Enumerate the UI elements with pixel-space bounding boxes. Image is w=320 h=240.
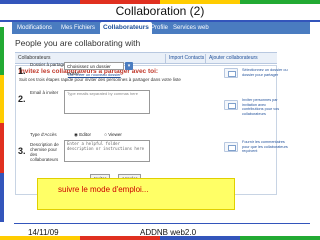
instruction-callout (37, 178, 235, 210)
side-note-folder: Sélectionnez un dossier ou dossier pour … (242, 68, 288, 77)
access-viewer-radio[interactable]: ○ Viewer (104, 132, 128, 137)
access-editor-label: Editor (79, 132, 91, 137)
instruction-callout-text: suivre le mode d'emploi... (58, 185, 149, 194)
folder-select[interactable]: Choisissez un dossier existe ... (64, 62, 124, 76)
access-type-label: Type d'Accès (30, 132, 57, 137)
description-field[interactable]: Enter a helpful folder description or in… (64, 140, 150, 162)
step-3-number: 3. (18, 146, 26, 156)
toolbar-label: Collaborateurs (18, 55, 51, 61)
access-type-options: ◉ Editor ○ Viewer (74, 132, 134, 138)
folder-select-button[interactable]: ▾ (125, 62, 133, 70)
nav-item-collaborateurs[interactable]: Collaborateurs (100, 22, 152, 34)
step-1-number: 1. (18, 66, 26, 76)
side-note-email: Inviter personnes par invitation avec co… (242, 98, 280, 116)
invite-form: Invitez les collaborateurs à partager av… (15, 65, 277, 195)
nav-item-profile[interactable]: Profile (148, 23, 171, 33)
top-navigation: Modifications Mes Fichiers Collaborateur… (12, 22, 310, 34)
create-folder-link[interactable]: Ou: créer un nouveau dossier (68, 72, 121, 77)
side-note-description: Fournir les commentaires pour que les co… (242, 140, 288, 153)
nav-item-mes-fichiers[interactable]: Mes Fichiers (58, 23, 98, 33)
description-help-icon (224, 142, 238, 152)
left-color-rule (0, 27, 4, 222)
access-editor-radio[interactable]: ◉ Editor (74, 132, 97, 137)
footer-divider (14, 223, 310, 224)
add-collaborators-button[interactable]: Ajouter collaborateurs (205, 54, 261, 63)
step-2-number: 2. (18, 94, 26, 104)
slide-title: Collaboration (2) (115, 4, 205, 18)
folder-help-icon (224, 68, 238, 78)
nav-item-services-web[interactable]: Services web (170, 23, 212, 33)
email-help-icon (224, 100, 238, 110)
email-field[interactable]: Type emails separated by commas here (64, 90, 150, 114)
page-heading: People you are collaborating with (15, 38, 141, 48)
nav-item-modifications[interactable]: Modifications (14, 23, 55, 33)
step-2-label: Email à inviter (30, 90, 59, 95)
step-1-label: Dossier à partager (30, 62, 68, 67)
bottom-color-rule (0, 236, 320, 240)
invite-subtitle: Suit ces trois étapes rapide pour invite… (19, 77, 181, 82)
import-contacts-button[interactable]: Import Contacts (165, 54, 207, 63)
step-3-label: Description de chemise pour des collabor… (30, 142, 59, 162)
access-viewer-label: Viewer (108, 132, 122, 137)
